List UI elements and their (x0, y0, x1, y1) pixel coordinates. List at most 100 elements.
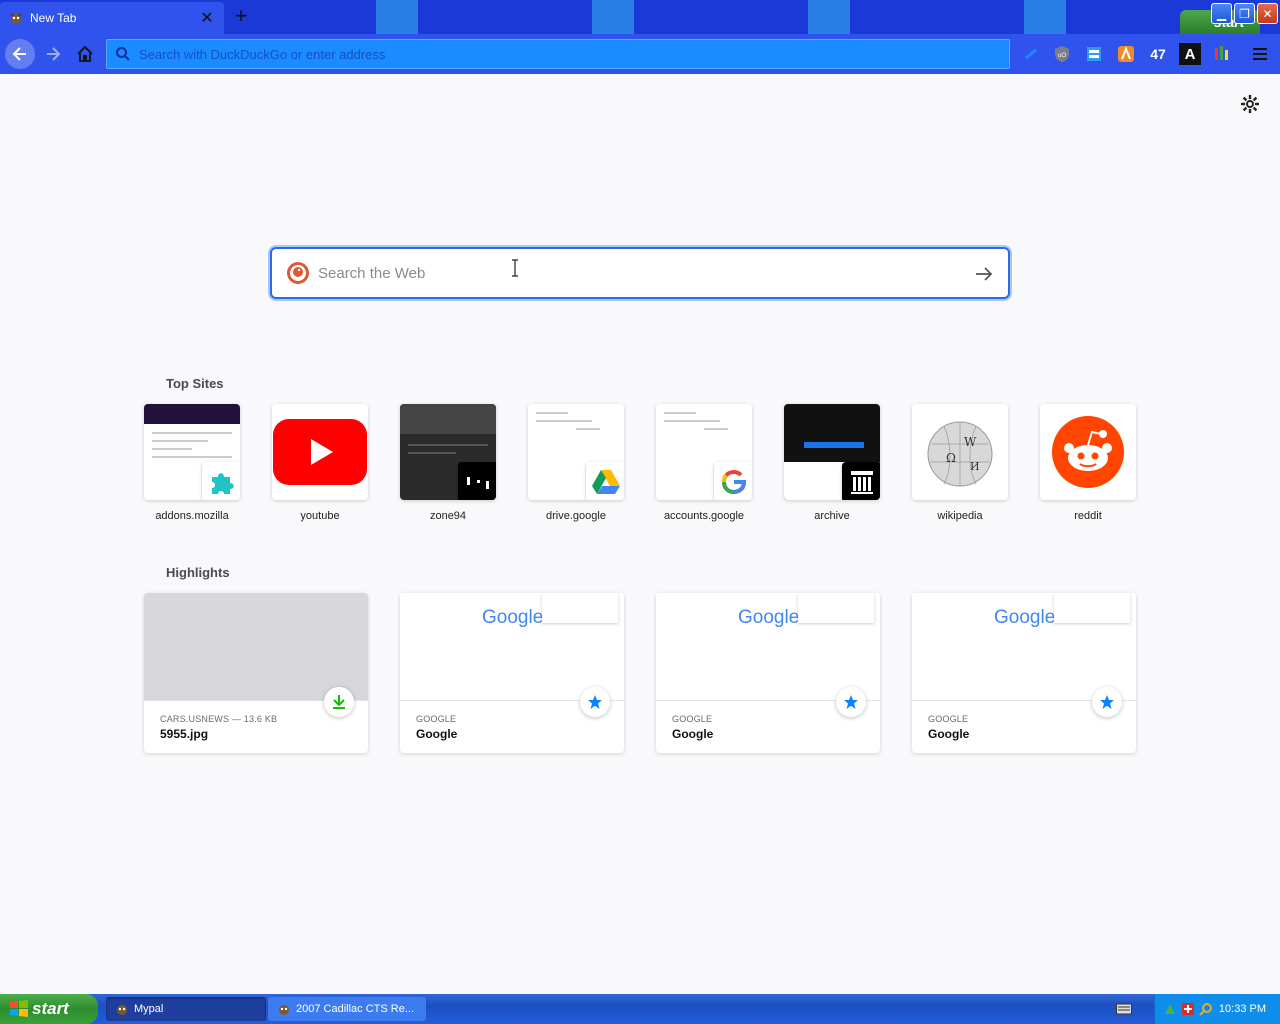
top-sites-heading: Top Sites (166, 376, 224, 391)
close-window-button[interactable]: ✕ (1257, 3, 1278, 24)
navigation-toolbar: uO 47 A (0, 34, 1280, 74)
google-drive-icon (586, 462, 624, 500)
bookmark-star-icon (580, 687, 610, 717)
back-button[interactable] (5, 39, 35, 69)
container-tab-icon[interactable] (1020, 43, 1042, 65)
security-alert-icon[interactable] (1181, 1002, 1195, 1016)
hamburger-menu-icon[interactable] (1249, 43, 1271, 65)
highlight-preview: Google (400, 593, 624, 701)
reader-extension-icon[interactable] (1083, 43, 1105, 65)
site-label: addons.mozilla (155, 510, 229, 522)
svg-text:uO: uO (1058, 53, 1066, 59)
top-site-drive-google[interactable]: drive.google (528, 404, 624, 522)
page-preview-lines (408, 444, 488, 460)
page-preview-lines (536, 412, 616, 436)
google-wordmark: Google (738, 607, 799, 629)
site-thumbnail (1040, 404, 1136, 500)
web-search-input[interactable] (318, 259, 958, 287)
site-label: reddit (1074, 510, 1102, 522)
windows-taskbar: start Mypal 2007 Cadillac CTS Re... 10:3… (0, 994, 1280, 1024)
gear-icon[interactable] (1240, 94, 1260, 114)
taskbar-item-mypal[interactable]: Mypal (106, 997, 266, 1021)
highlight-card[interactable]: CARS.USNEWS — 13.6 KB 5955.jpg (144, 593, 368, 753)
start-button[interactable]: start (0, 994, 98, 1024)
highlight-preview: Google (656, 593, 880, 701)
mypal-icon (117, 1005, 127, 1015)
site-thumbnail (784, 404, 880, 500)
top-site-youtube[interactable]: youtube (272, 404, 368, 522)
restore-button[interactable]: ❐ (1234, 3, 1255, 24)
site-thumbnail (656, 404, 752, 500)
download-icon (324, 687, 354, 717)
tabstrip-decoration (592, 0, 634, 34)
highlight-title: 5955.jpg (160, 727, 209, 741)
tab-new-tab[interactable]: New Tab ✕ (0, 2, 224, 34)
highlight-source: GOOGLE (928, 714, 969, 724)
address-bar[interactable] (106, 39, 1010, 69)
tabstrip-decoration (376, 0, 418, 34)
font-extension-letter: A (1184, 45, 1196, 63)
google-wordmark-text: Google (994, 607, 1056, 628)
magnifier-icon[interactable] (1199, 1002, 1213, 1016)
highlight-source: GOOGLE (416, 714, 457, 724)
tab-title: New Tab (30, 11, 77, 25)
top-site-addons-mozilla[interactable]: addons.mozilla (144, 404, 240, 522)
site-label: archive (814, 510, 850, 522)
highlight-card[interactable]: Google GOOGLE Google (400, 593, 624, 753)
highlight-source: GOOGLE (672, 714, 713, 724)
highlight-title: Google (416, 727, 458, 741)
top-site-archive[interactable]: archive (784, 404, 880, 522)
highlight-card[interactable]: Google GOOGLE Google (656, 593, 880, 753)
site-label: wikipedia (937, 510, 983, 522)
google-wordmark-text: Google (482, 607, 544, 628)
taskbar-item-cadillac[interactable]: 2007 Cadillac CTS Re... (268, 997, 426, 1021)
color-picker-extension-icon[interactable] (1211, 43, 1233, 65)
flash-extension-icon[interactable] (1115, 43, 1137, 65)
web-search-box[interactable] (270, 247, 1010, 299)
new-tab-button[interactable]: + (230, 5, 252, 28)
keyboard-icon[interactable] (1116, 1002, 1132, 1016)
google-signin-panel (798, 593, 874, 623)
top-site-wikipedia[interactable]: Ω W И wikipedia (912, 404, 1008, 522)
system-tray: 10:33 PM (1154, 994, 1280, 1024)
search-icon (116, 47, 130, 61)
site-thumbnail (144, 404, 240, 500)
site-thumbnail: Ω W И (912, 404, 1008, 500)
font-extension-icon[interactable]: A (1179, 43, 1201, 65)
top-site-accounts-google[interactable]: accounts.google (656, 404, 752, 522)
tray-clock: 10:33 PM (1218, 1003, 1266, 1015)
duckduckgo-icon (287, 262, 309, 284)
arrow-right-icon[interactable] (972, 262, 996, 286)
tabstrip-decoration (808, 0, 850, 34)
windows-logo-icon (10, 1000, 28, 1017)
pong-icon (458, 462, 496, 500)
google-signin-panel (542, 593, 618, 623)
taskbar-item-label: 2007 Cadillac CTS Re... (296, 1003, 414, 1015)
ublock-origin-icon[interactable]: uO (1051, 43, 1073, 65)
tabstrip-decoration (1024, 0, 1066, 34)
archive-building-icon (842, 462, 880, 500)
home-button[interactable] (70, 39, 100, 69)
addons-header (144, 404, 240, 424)
address-input[interactable] (139, 46, 1009, 62)
site-label: youtube (300, 510, 340, 522)
youtube-logo-icon (273, 419, 367, 485)
taskbar-item-label: Mypal (134, 1003, 164, 1015)
top-site-zone94[interactable]: zone94 (400, 404, 496, 522)
site-thumbnail (272, 404, 368, 500)
extension-counter[interactable]: 47 (1147, 43, 1169, 65)
svg-text:W: W (964, 435, 977, 449)
forward-button[interactable] (38, 39, 68, 69)
network-icon[interactable] (1163, 1002, 1177, 1016)
google-wordmark: Google (994, 607, 1055, 629)
close-tab-icon[interactable]: ✕ (198, 9, 216, 27)
reddit-logo-icon (1052, 416, 1124, 488)
highlight-preview (144, 593, 368, 701)
top-site-reddit[interactable]: reddit (1040, 404, 1136, 522)
highlight-card[interactable]: Google GOOGLE Google (912, 593, 1136, 753)
minimize-button[interactable]: ▁ (1211, 3, 1232, 24)
site-thumbnail (528, 404, 624, 500)
google-signin-panel (1054, 593, 1130, 623)
arrow-left-icon (12, 47, 26, 61)
page-preview-lines (664, 412, 744, 436)
